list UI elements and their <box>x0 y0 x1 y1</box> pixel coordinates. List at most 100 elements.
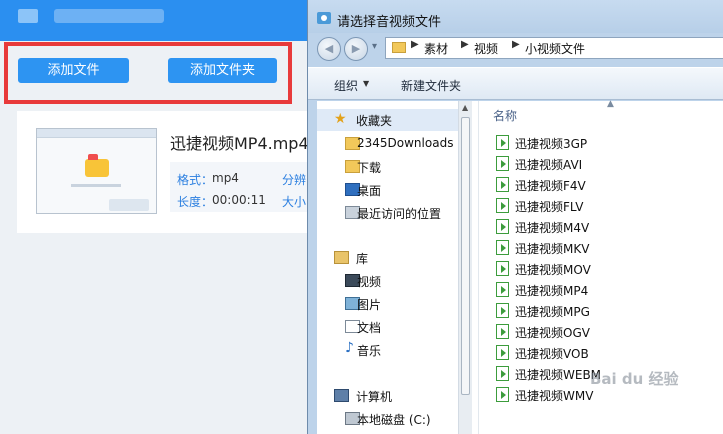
nav-label: 音乐 <box>357 344 382 358</box>
nav-computer[interactable]: 计算机 <box>317 385 458 407</box>
folder-icon <box>392 42 406 53</box>
file-name: 迅捷视频AVI <box>515 158 583 172</box>
video-info-panel: 格式： mp4 分辨 长度： 00:00:11 大小 <box>170 162 307 212</box>
nav-label: 本地磁盘 (C:) <box>357 413 431 427</box>
size-label: 大小 <box>282 195 307 209</box>
sort-up-icon: ▲ <box>607 99 614 109</box>
nav-item-desktop[interactable]: 桌面 <box>317 179 458 201</box>
nav-label: 视频 <box>357 275 382 289</box>
file-row[interactable]: 迅捷视频MKV <box>496 237 716 257</box>
file-row[interactable]: 迅捷视频MP4 <box>496 279 716 299</box>
nav-label: 图片 <box>357 298 382 312</box>
file-row[interactable]: 迅捷视频AVI <box>496 153 716 173</box>
file-row[interactable]: 迅捷视频M4V <box>496 216 716 236</box>
chevron-down-icon[interactable]: ▾ <box>372 41 377 52</box>
file-name: 迅捷视频WEBM <box>515 368 602 382</box>
video-file-icon <box>496 261 509 276</box>
file-name: 迅捷视频MKV <box>515 242 590 256</box>
file-name: 迅捷视频3GP <box>515 137 588 151</box>
caret-down-icon[interactable]: ▼ <box>363 79 369 88</box>
duration-label: 长度： <box>177 195 214 209</box>
file-row[interactable]: 迅捷视频VOB <box>496 342 716 362</box>
baidu-watermark: Bai du 经验 <box>590 370 679 388</box>
resolution-label: 分辨 <box>282 173 307 187</box>
arrow-left-icon: ◀ <box>324 42 334 55</box>
nav-item-documents[interactable]: 文档 <box>317 316 458 338</box>
file-row[interactable]: 迅捷视频F4V <box>496 174 716 194</box>
nav-item-music[interactable]: ♪ 音乐 <box>317 339 458 361</box>
chevron-right-icon[interactable]: ▶ <box>512 39 520 50</box>
nav-favorites[interactable]: ★ 收藏夹 <box>317 109 458 131</box>
thumbnail-badge <box>109 199 149 211</box>
app-logo-icon <box>18 9 38 23</box>
file-row[interactable]: 迅捷视频OGV <box>496 321 716 341</box>
new-folder-button[interactable]: 新建文件夹 <box>401 77 461 94</box>
dialog-toolbar: 组织 ▼ 新建文件夹 <box>308 67 723 100</box>
video-file-icon <box>496 135 509 150</box>
chevron-right-icon[interactable]: ▶ <box>411 39 419 50</box>
breadcrumb-item[interactable]: 素材 <box>424 40 448 57</box>
nav-pane-scrollbar[interactable]: ▲ <box>458 101 472 434</box>
video-file-icon <box>496 324 509 339</box>
file-row[interactable]: 迅捷视频FLV <box>496 195 716 215</box>
nav-item-recent[interactable]: 最近访问的位置 <box>317 202 458 224</box>
organize-button[interactable]: 组织 <box>334 77 358 94</box>
star-icon: ★ <box>334 111 347 127</box>
column-divider[interactable] <box>478 101 479 434</box>
breadcrumb-item[interactable]: 小视频文件 <box>525 40 585 57</box>
scroll-up-arrow-icon[interactable]: ▲ <box>462 103 468 112</box>
folder-icon <box>85 154 109 177</box>
format-label: 格式： <box>177 173 214 187</box>
file-name: 迅捷视频OGV <box>515 326 590 340</box>
thumbnail-titlebar <box>37 129 156 138</box>
breadcrumb-item[interactable]: 视频 <box>474 40 498 57</box>
file-row[interactable]: 迅捷视频MOV <box>496 258 716 278</box>
nav-label: 最近访问的位置 <box>357 207 442 221</box>
file-name: 迅捷视频VOB <box>515 347 589 361</box>
file-name: 迅捷视频MPG <box>515 305 590 319</box>
video-file-icon <box>496 366 509 381</box>
nav-item-pictures[interactable]: 图片 <box>317 293 458 315</box>
nav-item-local-disk-c[interactable]: 本地磁盘 (C:) <box>317 408 458 430</box>
nav-label: 2345Downloads <box>357 136 454 150</box>
nav-label: 下载 <box>357 161 382 175</box>
file-name: 迅捷视频M4V <box>515 221 590 235</box>
address-bar[interactable]: ▶ 素材 ▶ 视频 ▶ 小视频文件 <box>385 37 723 59</box>
back-button[interactable]: ◀ <box>317 37 341 61</box>
arrow-right-icon: ▶ <box>351 42 361 55</box>
file-name: 迅捷视频MP4 <box>515 284 589 298</box>
navigation-pane: ★ 收藏夹 2345Downloads 下载 桌面 最近访问的位置 库 视频 图… <box>317 101 458 434</box>
scrollbar-thumb[interactable] <box>461 117 470 395</box>
thumbnail-text <box>71 184 121 187</box>
forward-button[interactable]: ▶ <box>344 37 368 61</box>
chevron-right-icon[interactable]: ▶ <box>461 39 469 50</box>
file-row[interactable]: 迅捷视频MPG <box>496 300 716 320</box>
video-file-icon <box>496 303 509 318</box>
nav-libraries[interactable]: 库 <box>317 247 458 269</box>
file-name: 迅捷视频MOV <box>515 263 591 277</box>
add-folder-button[interactable]: 添加文件夹 <box>168 58 277 83</box>
computer-icon <box>334 389 349 402</box>
file-name: 迅捷视频WMV <box>515 389 594 403</box>
dialog-titlebar[interactable]: 请选择音视频文件 <box>308 0 723 33</box>
video-filename: 迅捷视频MP4.mp4 <box>170 134 309 153</box>
duration-value: 00:00:11 <box>212 193 266 207</box>
add-file-button[interactable]: 添加文件 <box>18 58 129 83</box>
video-file-icon <box>496 198 509 213</box>
video-file-icon <box>496 219 509 234</box>
nav-item-videos[interactable]: 视频 <box>317 270 458 292</box>
video-file-icon <box>496 240 509 255</box>
nav-item-downloads[interactable]: 下载 <box>317 156 458 178</box>
column-header-name[interactable]: 名称 <box>493 107 517 124</box>
video-file-icon <box>496 345 509 360</box>
nav-label: 计算机 <box>356 390 393 404</box>
video-file-icon <box>496 387 509 402</box>
video-file-icon <box>496 177 509 192</box>
video-thumbnail[interactable] <box>36 128 157 214</box>
file-name: 迅捷视频FLV <box>515 200 584 214</box>
nav-label: 文档 <box>357 321 382 335</box>
nav-item-downloads-2345[interactable]: 2345Downloads <box>317 133 458 155</box>
file-row[interactable]: 迅捷视频3GP <box>496 132 716 152</box>
app-title-blurred <box>54 9 164 23</box>
video-file-icon <box>496 282 509 297</box>
